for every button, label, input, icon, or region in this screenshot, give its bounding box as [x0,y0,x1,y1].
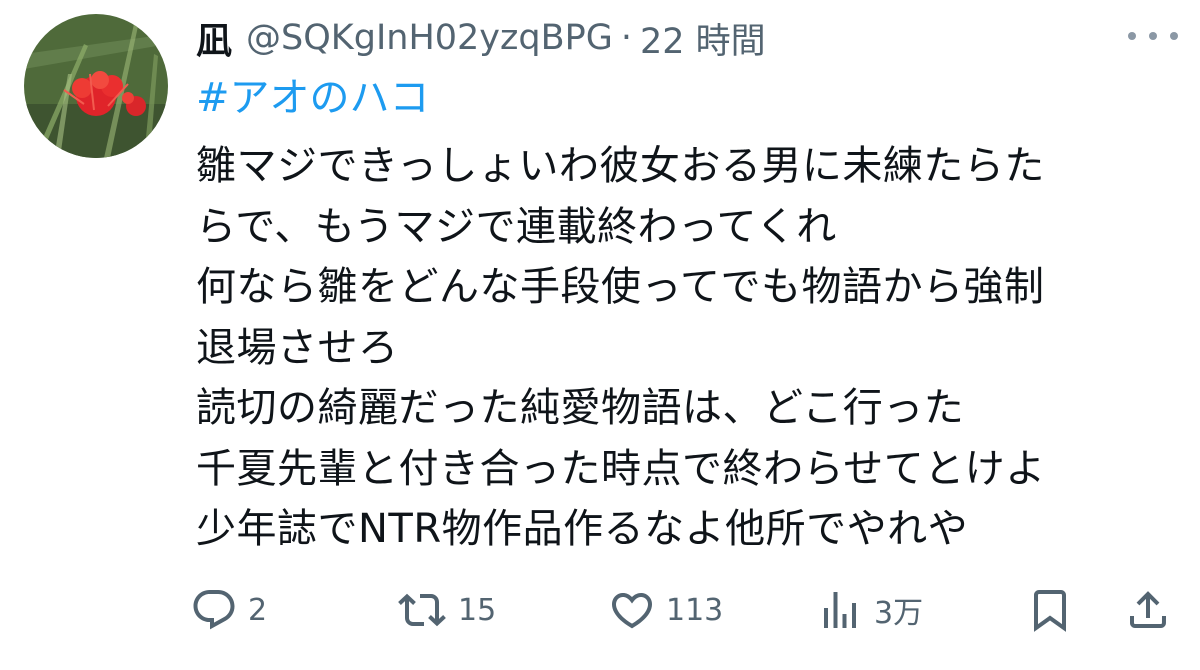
more-options-icon[interactable] [1128,22,1178,50]
retweet-count: 15 [458,592,497,628]
retweet-icon [398,593,446,627]
reply-button[interactable]: 2 [190,578,267,642]
bookmark-button[interactable] [1026,578,1074,642]
tweet-header: 凪 @SQKgInH02yzqBPG · 22 時間 [196,12,766,64]
tweet-text-line: 退場させろ [196,324,399,371]
more-dot [1128,32,1136,40]
share-button[interactable] [1124,578,1172,642]
views-icon [824,592,856,628]
tweet-text: 雛マジできっしょいわ彼女おる男に未練たらた らで、もうマジで連載終わってくれ 何… [196,136,1176,560]
reply-icon [193,590,235,630]
retweet-button[interactable]: 15 [396,578,496,642]
user-handle[interactable]: @SQKgInH02yzqBPG [246,18,613,58]
display-name[interactable]: 凪 [196,12,232,64]
tweet-text-line: 千夏先輩と付き合った時点で終わらせてとけよ [196,445,1046,492]
tweet-text-line: 何なら雛をどんな手段使ってでも物語から強制 [196,264,1045,310]
views-count: 3万 [874,596,924,631]
more-dot [1149,32,1157,40]
action-bar: 2 15 113 3万 [190,578,1180,642]
share-icon [1130,591,1166,628]
avatar[interactable] [24,14,168,158]
hashtag-link[interactable]: #アオのハコ [196,72,430,124]
tweet-text-line: 雛マジできっしょいわ彼女おる男に未練たらた [196,143,1045,189]
more-dot [1170,32,1178,40]
like-count: 113 [666,592,724,628]
views-button[interactable]: 3万 [816,578,923,642]
tweet-text-line: 少年誌でNTR物作品作るなよ他所でやれや [196,506,969,552]
tweet-text-line: らで、もうマジで連載終わってくれ [196,203,837,250]
reply-count: 2 [248,592,268,628]
avatar-image [24,14,168,158]
like-button[interactable]: 113 [608,578,723,642]
tweet-text-line: 読切の綺麗だった純愛物語は、どこ行った [196,385,965,431]
timestamp[interactable]: 22 時間 [640,13,766,64]
heart-icon [611,593,653,629]
bookmark-icon [1034,590,1066,632]
separator-dot: · [620,18,632,58]
